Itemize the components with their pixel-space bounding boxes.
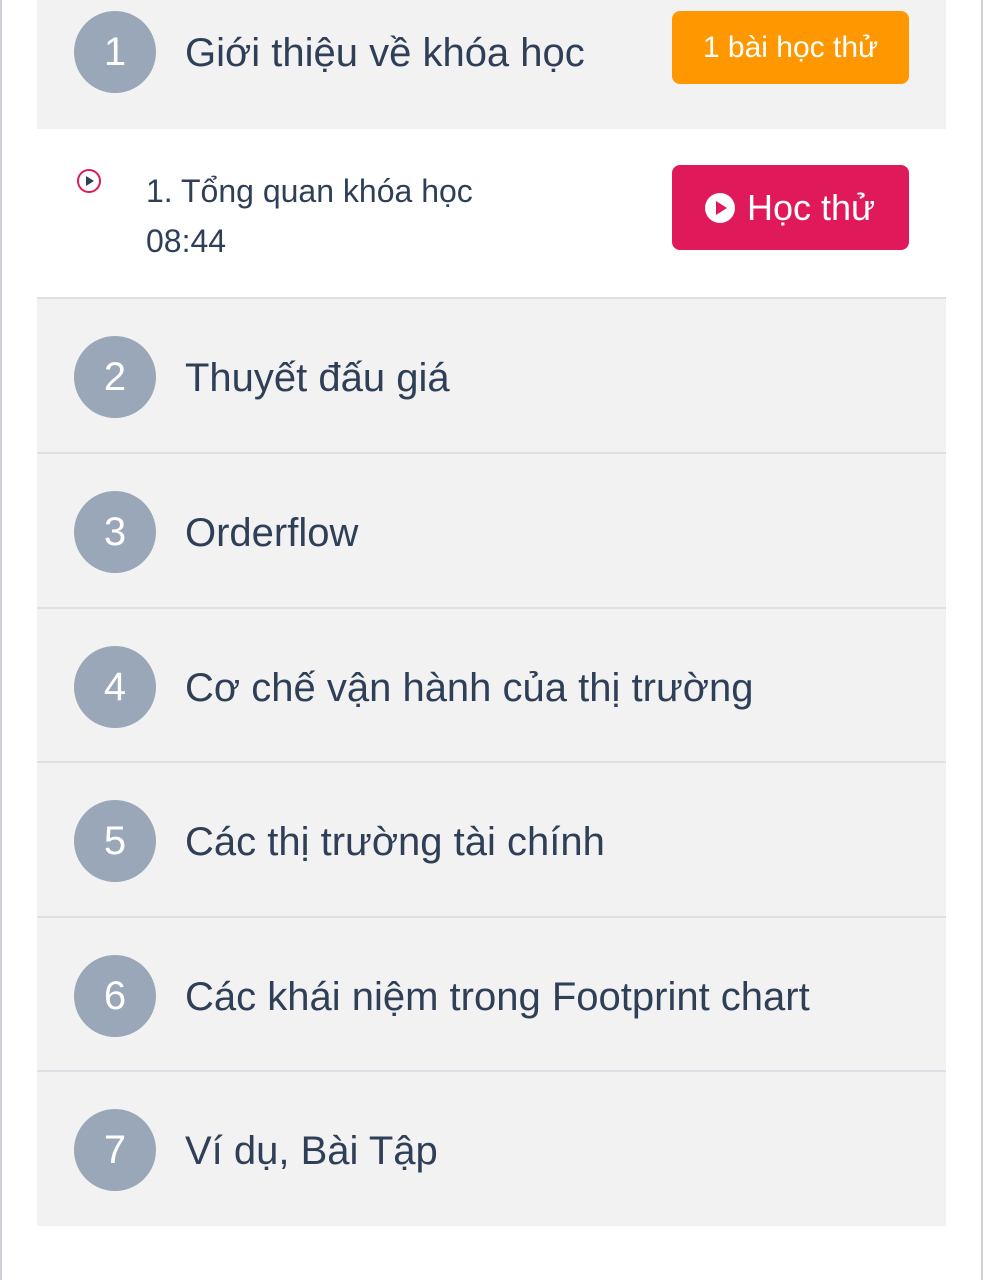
trial-button-label: Học thử: [747, 187, 876, 228]
section-6-header[interactable]: 6 Các khái niệm trong Footprint chart: [37, 918, 946, 1072]
section-title: Các thị trường tài chính: [185, 820, 605, 864]
left-border: [0, 0, 2, 1280]
section-title: Orderflow: [185, 511, 359, 555]
section-3-header[interactable]: 3 Orderflow: [37, 454, 946, 609]
lesson-row[interactable]: 1. Tổng quan khóa học 08:44 Học thử: [37, 129, 946, 299]
lesson-title: 1. Tổng quan khóa học: [146, 173, 473, 209]
section-number-badge: 6: [74, 955, 156, 1037]
section-title: Các khái niệm trong Footprint chart: [185, 975, 810, 1019]
course-curriculum-page: 1 Giới thiệu về khóa học 1 bài học thử 1…: [0, 0, 983, 1280]
section-5-header[interactable]: 5 Các thị trường tài chính: [37, 763, 946, 918]
curriculum-list: 1 Giới thiệu về khóa học 1 bài học thử 1…: [37, 0, 946, 1226]
section-title: Cơ chế vận hành của thị trường: [185, 666, 754, 710]
section-number-badge: 4: [74, 646, 156, 728]
lesson-duration: 08:44: [146, 223, 227, 259]
section-4-header[interactable]: 4 Cơ chế vận hành của thị trường: [37, 609, 946, 763]
section-number-badge: 3: [74, 491, 156, 573]
section-2-header[interactable]: 2 Thuyết đấu giá: [37, 299, 946, 454]
section-7-header[interactable]: 7 Ví dụ, Bài Tập: [37, 1072, 946, 1226]
section-number-badge: 1: [74, 11, 156, 93]
play-circle-icon: [77, 169, 101, 193]
trial-lessons-badge: 1 bài học thử: [672, 11, 909, 84]
section-title: Thuyết đấu giá: [185, 356, 450, 400]
section-number-badge: 2: [74, 336, 156, 418]
section-title: Giới thiệu về khóa học: [185, 31, 585, 75]
trial-lesson-button[interactable]: Học thử: [672, 165, 909, 250]
section-title: Ví dụ, Bài Tập: [185, 1129, 438, 1173]
section-number-badge: 7: [74, 1109, 156, 1191]
section-1-header[interactable]: 1 Giới thiệu về khóa học 1 bài học thử: [37, 0, 946, 129]
play-icon: [705, 193, 735, 223]
section-number-badge: 5: [74, 800, 156, 882]
